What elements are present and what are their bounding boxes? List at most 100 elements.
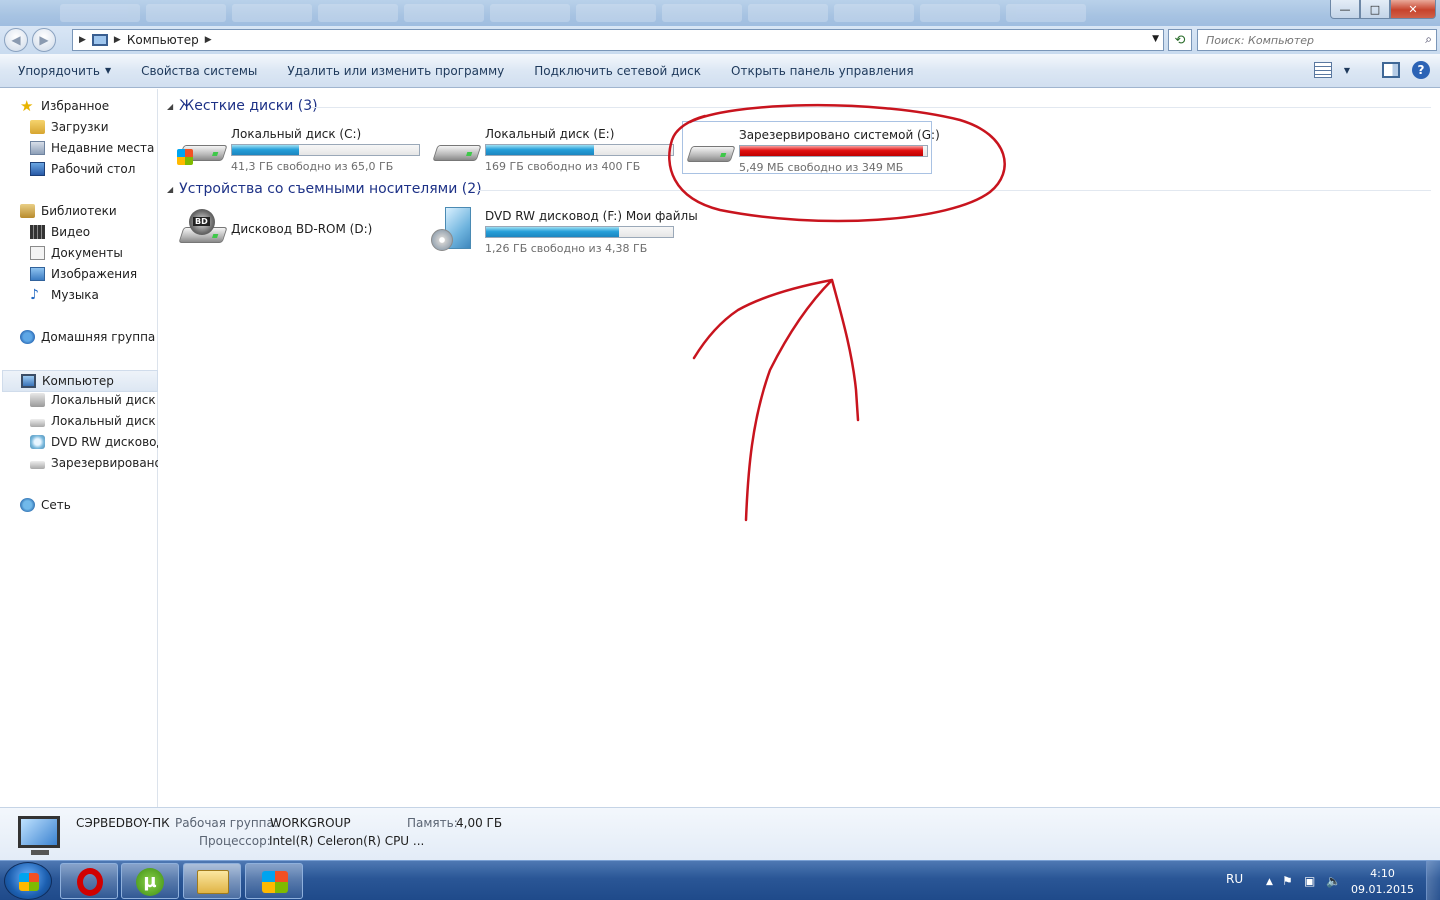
volume-icon[interactable]: 🔈 xyxy=(1326,874,1341,888)
images-icon xyxy=(30,267,45,281)
search-icon[interactable]: ⌕ xyxy=(1425,32,1432,47)
sidebar-item-recent[interactable]: Недавние места xyxy=(30,141,158,155)
chevron-right-icon[interactable]: ▶ xyxy=(79,35,86,45)
sidebar-item-label: Изображения xyxy=(51,267,138,281)
sidebar-item-label: Избранное xyxy=(41,99,110,113)
sidebar-item-label: Музыка xyxy=(51,288,99,302)
group-title: Устройства со съемными носителями (2) xyxy=(179,181,482,197)
search-input[interactable] xyxy=(1198,30,1408,50)
organize-button[interactable]: Упорядочить ▼ xyxy=(0,54,126,88)
navigation-pane: ★ Избранное Загрузки Недавние места Рабоч… xyxy=(0,89,158,807)
recent-places-icon xyxy=(30,141,45,155)
sidebar-item-drive-e[interactable]: Локальный диск (E: xyxy=(30,414,158,428)
sidebar-item-libraries[interactable]: Библиотеки xyxy=(20,204,170,218)
system-drive-icon xyxy=(30,393,45,407)
language-indicator[interactable]: RU xyxy=(1226,872,1243,886)
back-button[interactable]: ◀ xyxy=(4,28,28,52)
sidebar-item-music[interactable]: ♪ Музыка xyxy=(30,288,158,302)
address-row: ◀ ▶ ▶ ▶ Компьютер ▶ ▼ ⟲ ⌕ xyxy=(0,26,1440,54)
system-tray: RU ▲ ⚑ ▣ 🔈 4:10 09.01.2015 xyxy=(1210,861,1440,900)
usage-bar xyxy=(739,145,928,157)
taskbar-item-utorrent[interactable]: µ xyxy=(121,863,179,899)
taskbar-item-opera[interactable] xyxy=(60,863,118,899)
star-icon: ★ xyxy=(20,99,34,113)
uninstall-program-button[interactable]: Удалить или изменить программу xyxy=(272,54,519,88)
collapse-triangle-icon[interactable]: ◢ xyxy=(167,185,173,194)
minimize-button[interactable]: — xyxy=(1330,0,1360,19)
drive-icon xyxy=(30,419,45,427)
collapse-triangle-icon[interactable]: ◢ xyxy=(167,102,173,111)
video-icon xyxy=(30,225,45,239)
computer-icon xyxy=(18,816,60,855)
drive-tile-g[interactable]: Зарезервировано системой (G:) 5,49 МБ св… xyxy=(682,121,940,174)
sidebar-item-downloads[interactable]: Загрузки xyxy=(30,120,158,134)
sidebar-item-label: Локальный диск (C xyxy=(51,393,158,407)
sidebar-item-desktop[interactable]: Рабочий стол xyxy=(30,162,158,176)
arrow-right-icon: ▶ xyxy=(39,33,49,47)
show-desktop-button[interactable] xyxy=(1426,861,1440,900)
drive-name: DVD RW дисковод (F:) Мои файлы xyxy=(485,209,698,223)
address-bar[interactable]: ▶ ▶ Компьютер ▶ ▼ xyxy=(72,29,1164,51)
usage-bar xyxy=(231,144,420,156)
show-hidden-icons-icon[interactable]: ▲ xyxy=(1266,877,1273,887)
drive-tile-e[interactable]: Локальный диск (E:) 169 ГБ свободно из 4… xyxy=(429,121,679,177)
close-button[interactable]: ✕ xyxy=(1390,0,1436,19)
view-controls: ▼ ? xyxy=(1313,61,1430,79)
breadcrumb[interactable]: Компьютер xyxy=(127,33,199,47)
workgroup-value: WORKGROUP xyxy=(270,816,351,830)
drive-icon xyxy=(686,132,736,168)
drive-name: Дисковод BD-ROM (D:) xyxy=(231,222,373,236)
preview-pane-icon[interactable] xyxy=(1382,62,1400,78)
help-icon[interactable]: ? xyxy=(1412,61,1430,79)
sidebar-item-homegroup[interactable]: Домашняя группа xyxy=(20,330,170,344)
refresh-button[interactable]: ⟲ xyxy=(1168,29,1192,51)
usage-bar xyxy=(485,144,674,156)
chevron-down-icon[interactable]: ▼ xyxy=(1152,34,1159,44)
sidebar-item-favorites[interactable]: ★ Избранное xyxy=(20,99,170,113)
computer-icon xyxy=(91,34,108,46)
sidebar-item-documents[interactable]: Документы xyxy=(30,246,158,260)
open-control-panel-button[interactable]: Открыть панель управления xyxy=(716,54,929,88)
drive-name: Локальный диск (E:) xyxy=(485,127,615,141)
windows-logo-icon xyxy=(262,871,288,893)
group-header-hard-disks[interactable]: ◢ Жесткие диски (3) xyxy=(167,98,318,114)
sidebar-item-video[interactable]: Видео xyxy=(30,225,158,239)
title-bar: — □ ✕ xyxy=(0,0,1440,26)
taskbar-item-explorer[interactable] xyxy=(183,863,241,899)
usage-bar-fill xyxy=(486,227,619,237)
start-button[interactable] xyxy=(4,862,52,900)
action-center-flag-icon[interactable]: ⚑ xyxy=(1282,874,1293,888)
usage-bar-fill xyxy=(232,145,300,155)
drive-name: Зарезервировано системой (G:) xyxy=(739,128,940,142)
sidebar-item-images[interactable]: Изображения xyxy=(30,267,158,281)
network-status-icon[interactable]: ▣ xyxy=(1304,874,1315,888)
sidebar-item-drive-f[interactable]: DVD RW дисковод ( xyxy=(30,435,158,449)
map-network-drive-button[interactable]: Подключить сетевой диск xyxy=(519,54,716,88)
sidebar-item-drive-c[interactable]: Локальный диск (C xyxy=(30,393,158,407)
forward-button[interactable]: ▶ xyxy=(32,28,56,52)
group-divider xyxy=(311,107,1431,108)
sidebar-item-computer[interactable]: Компьютер xyxy=(2,370,158,392)
system-properties-button[interactable]: Свойства системы xyxy=(126,54,272,88)
clock-time: 4:10 xyxy=(1370,867,1395,880)
chevron-right-icon[interactable]: ▶ xyxy=(205,35,212,45)
drive-free-space: 41,3 ГБ свободно из 65,0 ГБ xyxy=(231,160,394,173)
clock[interactable]: 4:10 09.01.2015 xyxy=(1351,866,1414,898)
drive-tile-c[interactable]: Локальный диск (C:) 41,3 ГБ свободно из … xyxy=(175,121,425,177)
arrow-left-icon: ◀ xyxy=(11,33,21,47)
maximize-button[interactable]: □ xyxy=(1360,0,1390,19)
chevron-right-icon[interactable]: ▶ xyxy=(114,35,121,45)
drive-tile-d[interactable]: BD Дисковод BD-ROM (D:) xyxy=(175,203,425,259)
sidebar-item-network[interactable]: Сеть xyxy=(20,498,170,512)
drive-tile-f[interactable]: DVD RW дисковод (F:) Мои файлы 1,26 ГБ с… xyxy=(429,203,698,259)
sidebar-item-drive-g[interactable]: Зарезервировано с xyxy=(30,456,158,470)
group-header-removable[interactable]: ◢ Устройства со съемными носителями (2) xyxy=(167,181,482,197)
change-view-icon[interactable] xyxy=(1313,62,1332,78)
chevron-down-icon[interactable]: ▼ xyxy=(1344,66,1350,75)
clock-date: 09.01.2015 xyxy=(1351,883,1414,896)
drive-free-space: 169 ГБ свободно из 400 ГБ xyxy=(485,160,641,173)
taskbar-item-windows[interactable] xyxy=(245,863,303,899)
workgroup-label: Рабочая группа: xyxy=(175,816,278,830)
search-box[interactable]: ⌕ xyxy=(1197,29,1437,51)
sidebar-item-label: Рабочий стол xyxy=(51,162,136,176)
